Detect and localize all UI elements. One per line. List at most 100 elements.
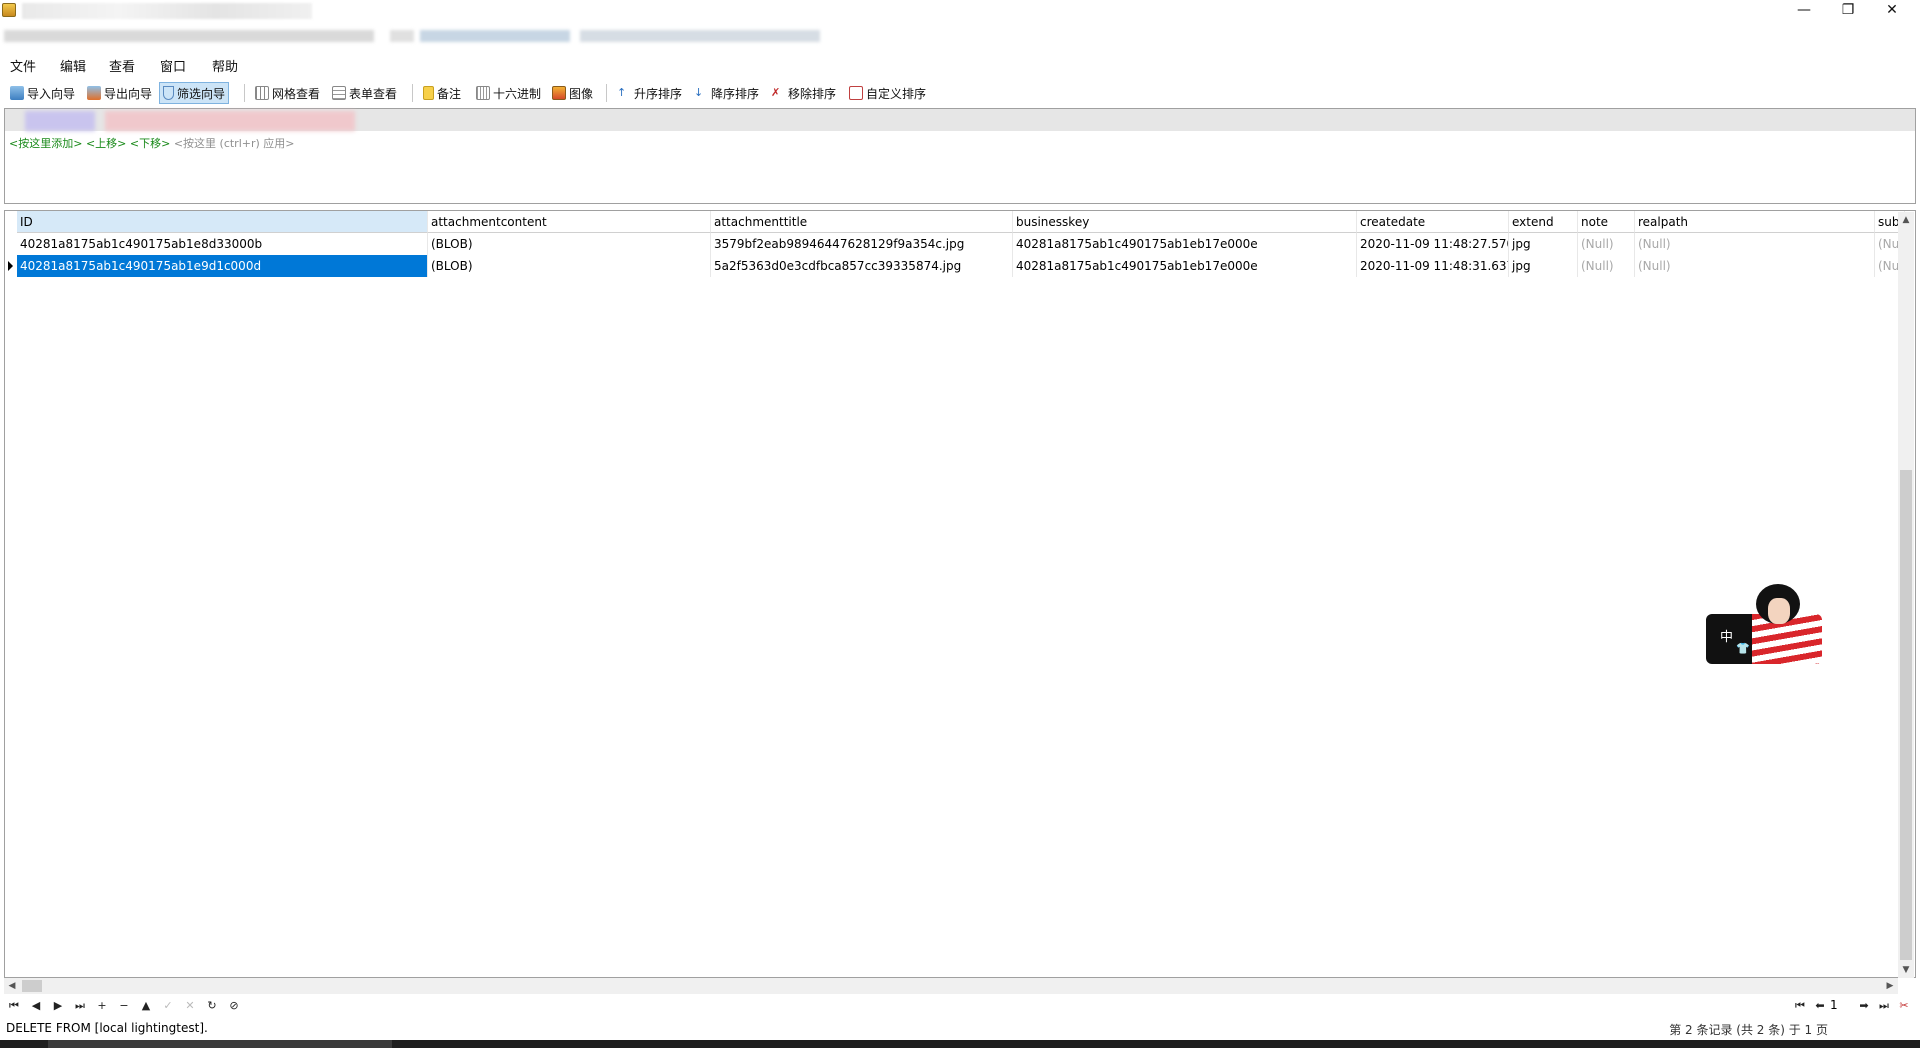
apply-icon[interactable]: ✓ [160,998,176,1014]
memo-icon [423,86,434,100]
horizontal-scrollbar[interactable]: ◀ ▶ [4,978,1898,994]
add-record-icon[interactable]: + [94,998,110,1014]
first-record-icon[interactable]: ⏮ [6,998,22,1014]
cancel-icon[interactable]: ✕ [182,998,198,1014]
menu-help[interactable]: 帮助 [212,56,238,75]
data-grid: ID attachmentcontent attachmenttitle bus… [4,210,1916,978]
prev-page-icon[interactable]: ⬅ [1812,998,1828,1014]
scroll-down-icon[interactable]: ▼ [1898,962,1914,978]
menu-view[interactable]: 查看 [109,56,135,75]
cell-attachmentcontent[interactable]: (BLOB) [428,233,711,255]
table-row[interactable]: 40281a8175ab1c490175ab1e8d33000b (BLOB) … [5,233,1905,255]
cell-attachmentcontent[interactable]: (BLOB) [428,255,711,277]
status-bar: DELETE FROM [local lightingtest]. 第 2 条记… [0,1018,1920,1038]
page-settings-icon[interactable]: ✂ [1896,998,1912,1014]
filter-header [5,109,1915,131]
form-view-button[interactable]: 表单查看 [329,82,400,104]
last-page-icon[interactable]: ⏭ [1876,998,1892,1014]
hex-label: 十六进制 [493,86,542,101]
cell-extend[interactable]: jpg [1509,233,1578,255]
filter-down-link[interactable]: <下移> [130,137,170,150]
first-page-icon[interactable]: ⏮ [1792,998,1808,1014]
cell-attachmenttitle[interactable]: 3579bf2eab98946447628129f9a354c.jpg [711,233,1013,255]
row-indicator [5,233,17,255]
cell-createdate[interactable]: 2020-11-09 11:48:27.570 [1357,233,1509,255]
status-sql-text: DELETE FROM [local lightingtest]. [6,1021,208,1035]
sort-asc-icon: ↑ [617,86,627,99]
page-number[interactable]: 1 [1830,998,1838,1012]
remove-sort-button[interactable]: ✗ 移除排序 [768,82,839,104]
sort-desc-icon: ↓ [694,86,704,99]
refresh-icon[interactable]: ↻ [204,998,220,1014]
cell-businesskey[interactable]: 40281a8175ab1c490175ab1eb17e000e [1013,233,1357,255]
prev-record-icon[interactable]: ◀ [28,998,44,1014]
image-button[interactable]: 图像 [549,82,596,104]
toolbar-separator [606,84,607,102]
filter-wizard-button[interactable]: 筛选向导 [159,82,230,104]
horizontal-scroll-thumb[interactable] [22,980,42,992]
export-wizard-label: 导出向导 [104,86,153,101]
cell-attachmenttitle[interactable]: 5a2f5363d0e3cdfbca857cc39335874.jpg [711,255,1013,277]
filter-hint: <按这里添加> <上移> <下移> <按这里 (ctrl+r) 应用> [9,135,295,151]
cell-realpath[interactable]: (Null) [1635,233,1875,255]
column-header-extend[interactable]: extend [1509,211,1578,233]
menu-window[interactable]: 窗口 [160,56,186,75]
table-row-selected[interactable]: 40281a8175ab1c490175ab1e9d1c000d (BLOB) … [5,255,1905,277]
maximize-button[interactable]: ❐ [1826,0,1870,22]
grid-view-button[interactable]: 网格查看 [252,82,323,104]
menu-edit[interactable]: 编辑 [60,56,86,75]
custom-sort-icon [849,86,863,100]
cell-extend[interactable]: jpg [1509,255,1578,277]
last-record-icon[interactable]: ⏭ [72,998,88,1014]
remove-sort-icon: ✗ [771,86,781,99]
cell-createdate[interactable]: 2020-11-09 11:48:31.637 [1357,255,1509,277]
memo-button[interactable]: 备注 [420,82,464,104]
ime-mode-label[interactable]: 中 [1720,626,1733,645]
filter-panel: <按这里添加> <上移> <下移> <按这里 (ctrl+r) 应用> [4,108,1916,204]
filter-apply-link[interactable]: <按这里 (ctrl+r) 应用> [174,137,295,150]
blurred-filter-tab [25,111,95,131]
move-up-icon[interactable]: ▲ [138,998,154,1014]
filter-up-link[interactable]: <上移> [86,137,126,150]
filter-add-link[interactable]: <按这里添加> [9,137,82,150]
close-button[interactable]: ✕ [1870,0,1914,22]
ime-skin-icon[interactable]: 👕 [1736,642,1750,655]
column-header-id[interactable]: ID [17,211,428,233]
sort-desc-button[interactable]: ↓ 降序排序 [691,82,762,104]
cell-id[interactable]: 40281a8175ab1c490175ab1e9d1c000d [17,255,428,277]
column-header-note[interactable]: note [1578,211,1635,233]
taskbar-edge [0,1040,1920,1048]
hex-button[interactable]: 十六进制 [473,82,544,104]
cell-note[interactable]: (Null) [1578,255,1635,277]
column-header-realpath[interactable]: realpath [1635,211,1875,233]
next-record-icon[interactable]: ▶ [50,998,66,1014]
scroll-right-icon[interactable]: ▶ [1882,978,1898,994]
delete-record-icon[interactable]: − [116,998,132,1014]
cell-realpath[interactable]: (Null) [1635,255,1875,277]
stop-icon[interactable]: ⊘ [226,998,242,1014]
menu-file[interactable]: 文件 [10,56,36,75]
scroll-up-icon[interactable]: ▲ [1898,212,1914,228]
export-wizard-button[interactable]: 导出向导 [84,82,155,104]
minimize-button[interactable]: — [1782,0,1826,22]
vertical-scrollbar[interactable]: ▲ ▼ [1898,212,1914,978]
form-icon [332,86,346,100]
sort-asc-button[interactable]: ↑ 升序排序 [614,82,685,104]
scroll-left-icon[interactable]: ◀ [4,978,20,994]
blurred-title [22,3,312,19]
next-page-icon[interactable]: ➡ [1856,998,1872,1014]
import-wizard-button[interactable]: 导入向导 [7,82,78,104]
ime-floating-widget[interactable]: 中 👕 [1706,584,1822,666]
title-bar: — ❐ ✕ [0,0,1920,22]
column-header-businesskey[interactable]: businesskey [1013,211,1357,233]
column-header-createdate[interactable]: createdate [1357,211,1509,233]
cell-businesskey[interactable]: 40281a8175ab1c490175ab1eb17e000e [1013,255,1357,277]
column-header-attachmenttitle[interactable]: attachmenttitle [711,211,1013,233]
column-header-attachmentcontent[interactable]: attachmentcontent [428,211,711,233]
hex-icon [476,86,490,100]
cell-id[interactable]: 40281a8175ab1c490175ab1e8d33000b [17,233,428,255]
cell-note[interactable]: (Null) [1578,233,1635,255]
vertical-scroll-thumb[interactable] [1900,470,1912,960]
grid-header-row: ID attachmentcontent attachmenttitle bus… [5,211,1905,233]
custom-sort-button[interactable]: 自定义排序 [846,82,929,104]
